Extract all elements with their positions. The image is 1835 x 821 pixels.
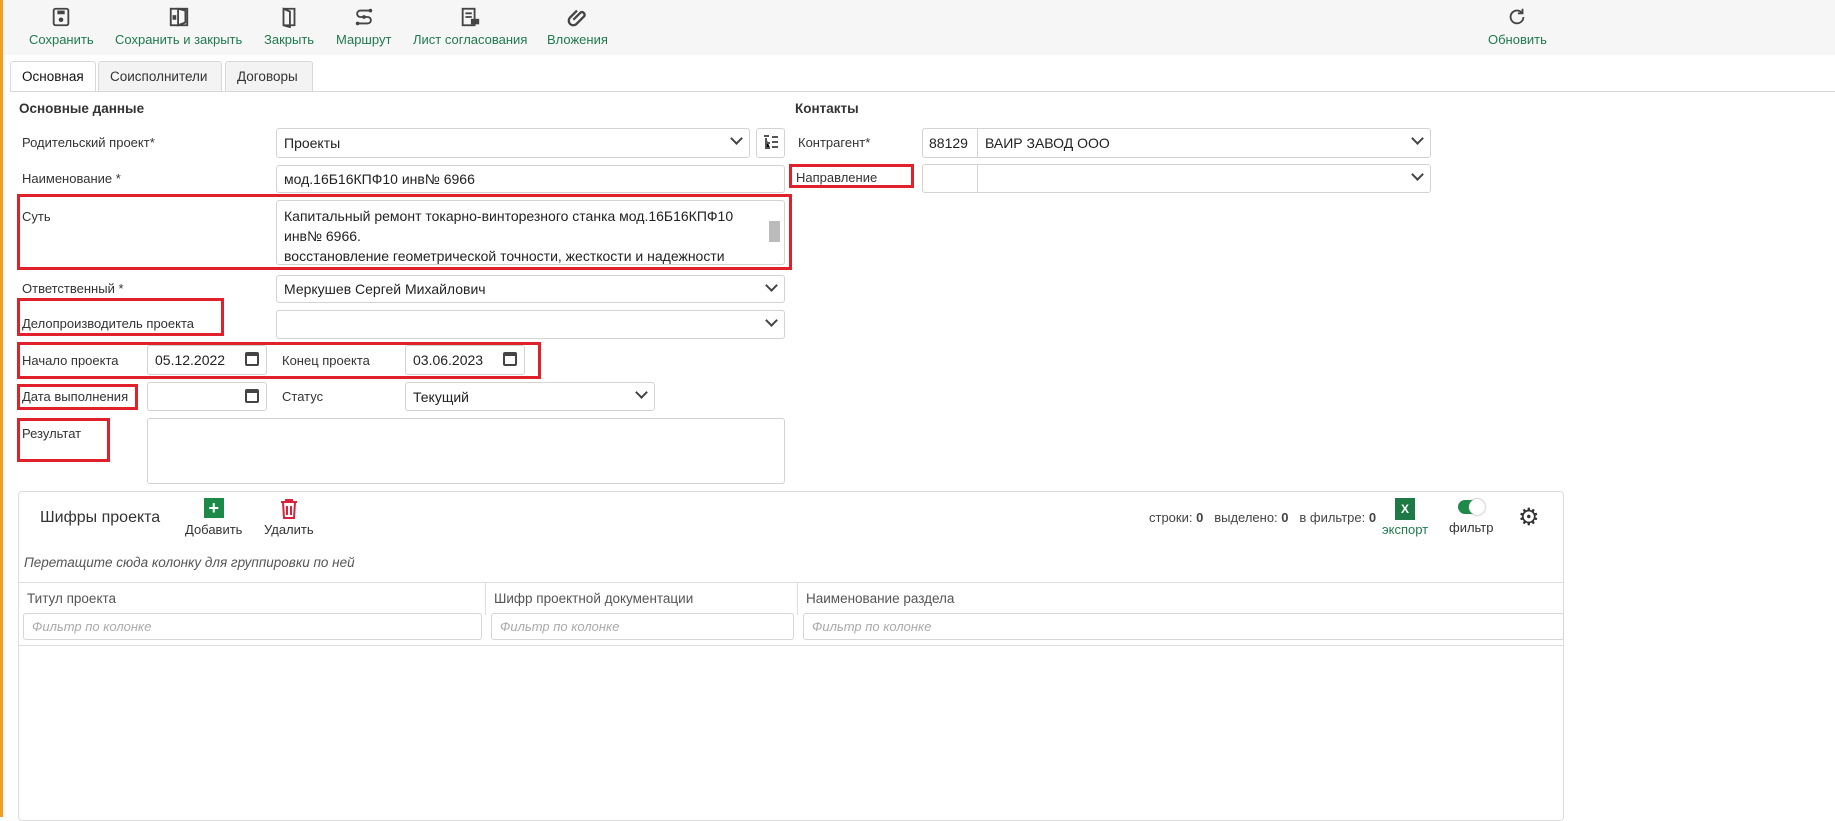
- export-label: экспорт: [1382, 522, 1429, 537]
- counterparty-code: 88129: [923, 129, 978, 157]
- status-select[interactable]: Текущий: [405, 382, 655, 411]
- filter-input-title[interactable]: Фильтр по колонке: [23, 613, 482, 640]
- door-icon: [282, 7, 296, 28]
- window-edge: [0, 0, 3, 817]
- rows-count: 0: [1196, 510, 1204, 525]
- route-label: Маршрут: [336, 32, 392, 47]
- trash-icon: [280, 499, 297, 519]
- plus-icon: +: [203, 498, 224, 518]
- filtered-count: 0: [1368, 510, 1377, 525]
- column-header-section[interactable]: Наименование раздела: [798, 583, 1564, 615]
- export-button[interactable]: Xэкспорт: [1382, 498, 1428, 537]
- tab-divider: [10, 91, 1835, 92]
- chevron-down-icon: [730, 132, 743, 145]
- done-date-input[interactable]: [147, 382, 267, 411]
- save-close-button[interactable]: Сохранить и закрыть: [115, 6, 242, 47]
- direction-code: [923, 165, 978, 192]
- chevron-down-icon: [765, 314, 778, 327]
- responsible-value: Меркушев Сергей Михайлович: [284, 281, 486, 297]
- counterparty-select[interactable]: 88129 ВАИР ЗАВОД ООО: [922, 128, 1431, 158]
- tab-main[interactable]: Основная: [10, 61, 96, 92]
- paperclip-icon: [568, 9, 587, 27]
- add-button[interactable]: + Добавить: [185, 498, 242, 537]
- section-title: Основные данные: [19, 101, 145, 116]
- responsible-select[interactable]: Меркушев Сергей Михайлович: [276, 275, 785, 303]
- project-codes-panel: Шифры проекта + Добавить Удалить строки: …: [18, 491, 1564, 821]
- result-textarea[interactable]: [147, 418, 785, 484]
- save-label: Сохранить: [29, 32, 94, 47]
- document-print-icon: [461, 7, 480, 27]
- highlight-box: [17, 194, 792, 270]
- excel-icon: X: [1395, 498, 1416, 520]
- parent-value: Проекты: [284, 135, 341, 151]
- column-header-title[interactable]: Титул проекта: [19, 583, 486, 615]
- save-button[interactable]: Сохранить: [29, 6, 94, 47]
- parent-label: Родительский проект*: [22, 135, 155, 150]
- refresh-button[interactable]: Обновить: [1488, 6, 1547, 47]
- filter-label: фильтр: [1449, 520, 1494, 535]
- name-label: Наименование *: [22, 171, 121, 186]
- status-value: Текущий: [413, 389, 469, 405]
- approval-sheet-label: Лист согласования: [413, 32, 528, 47]
- route-icon: [355, 8, 372, 26]
- tab-contracts[interactable]: Договоры: [225, 61, 313, 91]
- grid-title: Шифры проекта: [40, 509, 161, 526]
- save-close-label: Сохранить и закрыть: [115, 32, 243, 47]
- attachments-label: Вложения: [547, 32, 608, 47]
- responsible-label: Ответственный *: [22, 281, 124, 296]
- add-label: Добавить: [185, 522, 243, 537]
- calendar-icon[interactable]: [245, 389, 259, 403]
- direction-select[interactable]: [922, 164, 1431, 193]
- filter-input-code[interactable]: Фильтр по колонке: [491, 613, 794, 640]
- approval-sheet-button[interactable]: Лист согласования: [413, 6, 527, 47]
- save-close-icon: [169, 7, 188, 27]
- counterparty-label: Контрагент*: [798, 135, 871, 150]
- delete-button[interactable]: Удалить: [264, 498, 314, 537]
- refresh-label: Обновить: [1488, 32, 1547, 47]
- grid-header-bottom: [19, 645, 1563, 646]
- route-button[interactable]: Маршрут: [336, 6, 391, 47]
- group-hint: Перетащите сюда колонку для группировки …: [24, 555, 355, 570]
- highlight-box: [17, 384, 138, 410]
- counterparty-name: ВАИР ЗАВОД ООО: [985, 135, 1110, 151]
- settings-gear-icon[interactable]: ⚙: [1518, 506, 1540, 530]
- filter-input-section[interactable]: Фильтр по колонке: [803, 613, 1564, 640]
- toggle-switch[interactable]: [1458, 499, 1486, 515]
- filter-toggle[interactable]: фильтр: [1449, 499, 1494, 535]
- highlight-box: [17, 342, 541, 379]
- tab-coexecutors[interactable]: Соисполнители: [98, 61, 222, 91]
- tree-icon: [764, 135, 778, 149]
- toolbar: Сохранить Сохранить и закрыть Закрыть Ма…: [3, 0, 1835, 55]
- chevron-down-icon: [1411, 168, 1424, 181]
- delete-label: Удалить: [264, 522, 314, 537]
- chevron-down-icon: [635, 386, 648, 399]
- contacts-title: Контакты: [795, 101, 859, 116]
- chevron-down-icon: [1411, 132, 1424, 145]
- chevron-down-icon: [765, 279, 778, 292]
- parent-select[interactable]: Проекты: [276, 128, 750, 158]
- status-label: Статус: [282, 389, 324, 404]
- highlight-box: [789, 164, 914, 188]
- rows-label: строки:: [1149, 510, 1193, 525]
- attachments-button[interactable]: Вложения: [547, 6, 608, 47]
- clerk-select[interactable]: [276, 310, 785, 339]
- tree-select-button[interactable]: [756, 128, 785, 158]
- refresh-icon: [1510, 8, 1525, 25]
- save-icon: [53, 7, 70, 27]
- selected-label: выделено:: [1214, 510, 1278, 525]
- highlight-box: [17, 298, 224, 336]
- column-header-code[interactable]: Шифр проектной документации: [486, 583, 798, 615]
- highlight-box: [17, 418, 110, 462]
- name-input[interactable]: мод.16Б16КПФ10 инв№ 6966: [276, 165, 785, 193]
- selected-count: 0: [1281, 510, 1289, 525]
- filtered-label: в фильтре:: [1299, 510, 1366, 525]
- close-button[interactable]: Закрыть: [264, 6, 314, 47]
- close-label: Закрыть: [264, 32, 315, 47]
- grid-counters: строки: 0 выделено: 0 в фильтре: 0: [1149, 510, 1376, 525]
